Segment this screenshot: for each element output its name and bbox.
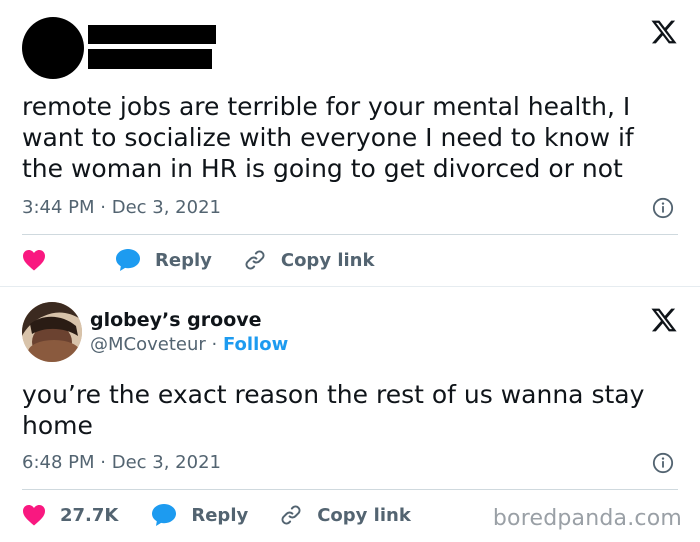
reply-button[interactable]: Reply [115,248,212,272]
follow-button[interactable]: Follow [223,334,288,355]
redacted-handle-bar [88,49,212,69]
reply-bubble-icon [116,249,140,271]
divider [22,489,678,490]
meta-separator: · [211,334,218,355]
redacted-name-bar [88,25,216,44]
reply-button[interactable]: Reply [151,503,248,527]
like-button[interactable]: 27.7K [22,504,118,526]
like-button[interactable] [22,249,46,271]
tweet-date: Dec 3, 2021 [111,197,221,218]
tweet-actions: 27.7K Reply Copy link [22,500,411,530]
divider [22,234,678,235]
like-count: 27.7K [60,504,119,526]
tweet-actions: Reply Copy link [22,245,374,275]
tweet-time: 6:48 PM [22,452,95,473]
link-icon [281,505,301,525]
copy-link-button[interactable]: Copy link [243,248,375,272]
avatar[interactable] [22,302,82,362]
author-handle[interactable]: @MCoveteur [90,334,206,355]
author-handle-line: @MCoveteur · Follow [90,334,288,355]
x-logo-icon[interactable] [650,306,678,334]
tweet-timestamp[interactable]: 3:44 PM · Dec 3, 2021 [22,197,221,218]
reply-label: Reply [191,504,249,526]
tweet-card-1: remote jobs are terrible for your mental… [0,0,700,287]
copy-link-label: Copy link [317,504,411,526]
heart-icon [23,250,45,271]
meta-separator: · [100,452,106,473]
copy-link-button[interactable]: Copy link [279,503,411,527]
tweet-time: 3:44 PM [22,197,95,218]
tweet-text: you’re the exact reason the rest of us w… [22,380,645,440]
reply-label: Reply [155,249,212,271]
meta-separator: · [100,197,106,218]
tweet-timestamp[interactable]: 6:48 PM · Dec 3, 2021 [22,452,221,473]
copy-link-label: Copy link [280,249,375,271]
tweet-text: remote jobs are terrible for your mental… [22,92,634,183]
avatar-redacted[interactable] [22,17,84,79]
x-logo-icon[interactable] [650,18,678,46]
author-name[interactable]: globey’s groove [90,309,262,331]
watermark: boredpanda.com [492,506,682,531]
reply-bubble-icon [152,504,177,526]
info-icon[interactable] [652,452,674,474]
info-icon[interactable] [652,197,674,219]
link-icon [245,250,265,270]
avatar-photo-image [22,302,82,362]
tweet-date: Dec 3, 2021 [111,452,221,473]
heart-icon [23,505,45,526]
